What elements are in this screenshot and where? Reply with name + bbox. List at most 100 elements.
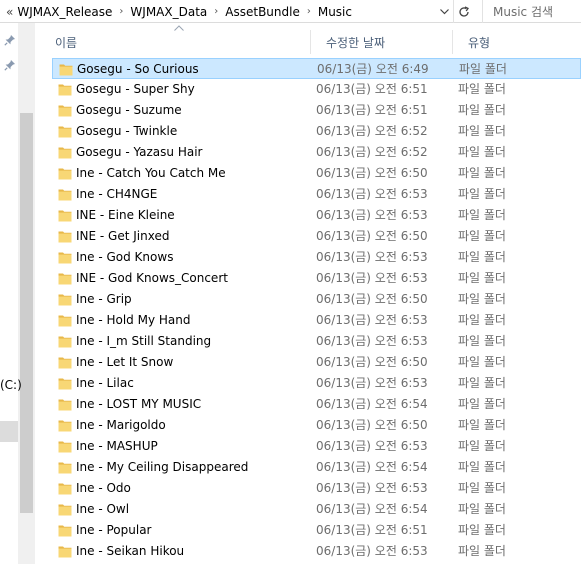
file-row[interactable]: Ine - Catch You Catch Me 06/13(금) 오전 6:5… [52, 163, 581, 184]
file-row[interactable]: INE - God Knows_Concert 06/13(금) 오전 6:53… [52, 268, 581, 289]
file-row[interactable]: Ine - My Ceiling Disappeared 06/13(금) 오전… [52, 457, 581, 478]
file-name: Ine - God Knows [76, 250, 174, 264]
file-type: 파일 폴더 [458, 250, 506, 264]
breadcrumb-wjmax-data[interactable]: WJMAX_Data [130, 5, 207, 19]
file-row[interactable]: Gosegu - Twinkle 06/13(금) 오전 6:52 파일 폴더 [52, 121, 581, 142]
file-date-modified: 06/13(금) 오전 6:50 [316, 229, 428, 243]
file-date-modified: 06/13(금) 오전 6:53 [316, 208, 428, 222]
file-name: INE - God Knows_Concert [76, 271, 228, 285]
chevron-right-icon[interactable]: › [214, 6, 218, 17]
chevron-right-icon[interactable]: › [307, 6, 311, 17]
scrollbar-thumb[interactable] [20, 113, 33, 513]
file-row[interactable]: Ine - Owl 06/13(금) 오전 6:54 파일 폴더 [52, 499, 581, 520]
file-row[interactable]: Ine - Marigoldo 06/13(금) 오전 6:50 파일 폴더 [52, 415, 581, 436]
file-date-modified: 06/13(금) 오전 6:51 [316, 82, 428, 96]
pin-icon[interactable] [4, 59, 16, 71]
file-name: Gosegu - So Curious [77, 62, 199, 76]
file-name: Ine - Seikan Hikou [76, 544, 185, 558]
folder-icon [58, 525, 72, 537]
file-name: Ine - Hold My Hand [76, 313, 191, 327]
folder-icon [59, 64, 73, 76]
file-name: Ine - Marigoldo [76, 418, 166, 432]
file-type: 파일 폴더 [458, 145, 506, 159]
folder-icon [58, 168, 72, 180]
file-list[interactable]: Gosegu - So Curious 06/13(금) 오전 6:49 파일 … [52, 46, 581, 564]
file-date-modified: 06/13(금) 오전 6:53 [316, 376, 428, 390]
file-date-modified: 06/13(금) 오전 6:51 [316, 103, 428, 117]
file-row[interactable]: Gosegu - Suzume 06/13(금) 오전 6:51 파일 폴더 [52, 100, 581, 121]
file-row[interactable]: Ine - CH4NGE 06/13(금) 오전 6:53 파일 폴더 [52, 184, 581, 205]
file-type: 파일 폴더 [458, 376, 506, 390]
navigation-scrollbar[interactable] [18, 23, 35, 564]
file-date-modified: 06/13(금) 오전 6:50 [316, 166, 428, 180]
breadcrumb-wjmax-release[interactable]: WJMAX_Release [17, 5, 112, 19]
file-row[interactable]: INE - Get Jinxed 06/13(금) 오전 6:50 파일 폴더 [52, 226, 581, 247]
pin-icon[interactable] [4, 34, 16, 46]
folder-icon [58, 399, 72, 411]
file-date-modified: 06/13(금) 오전 6:51 [316, 523, 428, 537]
file-row[interactable]: Ine - LOST MY MUSIC 06/13(금) 오전 6:54 파일 … [52, 394, 581, 415]
file-date-modified: 06/13(금) 오전 6:54 [316, 502, 428, 516]
folder-icon [58, 105, 72, 117]
breadcrumb-music[interactable]: Music [318, 5, 352, 19]
folder-icon [58, 462, 72, 474]
file-row[interactable]: Ine - MASHUP 06/13(금) 오전 6:53 파일 폴더 [52, 436, 581, 457]
file-type: 파일 폴더 [458, 313, 506, 327]
file-name: Ine - Owl [76, 502, 130, 516]
folder-icon [58, 210, 72, 222]
file-date-modified: 06/13(금) 오전 6:53 [316, 250, 428, 264]
folder-icon [58, 189, 72, 201]
file-name: Ine - Let It Snow [76, 355, 174, 369]
file-type: 파일 폴더 [458, 481, 506, 495]
file-type: 파일 폴더 [458, 103, 506, 117]
file-type: 파일 폴더 [458, 334, 506, 348]
file-date-modified: 06/13(금) 오전 6:53 [316, 313, 428, 327]
file-date-modified: 06/13(금) 오전 6:52 [316, 145, 428, 159]
nav-item-selected[interactable] [0, 421, 18, 442]
chevron-right-icon[interactable]: › [119, 6, 123, 17]
breadcrumb-assetbundle[interactable]: AssetBundle [225, 5, 300, 19]
file-type: 파일 폴더 [458, 271, 506, 285]
search-input[interactable]: Music 검색 [482, 0, 581, 23]
file-row[interactable]: Ine - Popular 06/13(금) 오전 6:51 파일 폴더 [52, 520, 581, 541]
address-bar[interactable]: « WJMAX_Release › WJMAX_Data › AssetBund… [0, 0, 453, 23]
folder-icon [58, 336, 72, 348]
file-row[interactable]: Gosegu - So Curious 06/13(금) 오전 6:49 파일 … [52, 58, 581, 79]
file-row[interactable]: Ine - Hold My Hand 06/13(금) 오전 6:53 파일 폴… [52, 310, 581, 331]
file-row[interactable]: Ine - Lilac 06/13(금) 오전 6:53 파일 폴더 [52, 373, 581, 394]
file-name: Ine - LOST MY MUSIC [76, 397, 202, 411]
refresh-icon [458, 5, 469, 17]
file-name: Ine - MASHUP [76, 439, 158, 453]
address-dropdown-button[interactable] [437, 3, 452, 20]
file-name: Ine - My Ceiling Disappeared [76, 460, 249, 474]
file-row[interactable]: Gosegu - Yazasu Hair 06/13(금) 오전 6:52 파일… [52, 142, 581, 163]
file-type: 파일 폴더 [458, 229, 506, 243]
file-date-modified: 06/13(금) 오전 6:54 [316, 460, 428, 474]
file-date-modified: 06/13(금) 오전 6:50 [316, 355, 428, 369]
refresh-button[interactable] [453, 0, 473, 23]
folder-icon [58, 420, 72, 432]
folder-icon [58, 273, 72, 285]
file-type: 파일 폴더 [458, 418, 506, 432]
folder-icon [58, 441, 72, 453]
file-row[interactable]: Ine - Odo 06/13(금) 오전 6:53 파일 폴더 [52, 478, 581, 499]
file-date-modified: 06/13(금) 오전 6:50 [316, 292, 428, 306]
file-row[interactable]: INE - Eine Kleine 06/13(금) 오전 6:53 파일 폴더 [52, 205, 581, 226]
folder-icon [58, 294, 72, 306]
file-date-modified: 06/13(금) 오전 6:53 [316, 439, 428, 453]
file-row[interactable]: Ine - Seikan Hikou 06/13(금) 오전 6:53 파일 폴… [52, 541, 581, 562]
file-row[interactable]: Ine - I_m Still Standing 06/13(금) 오전 6:5… [52, 331, 581, 352]
folder-icon [58, 126, 72, 138]
file-row[interactable]: Ine - Let It Snow 06/13(금) 오전 6:50 파일 폴더 [52, 352, 581, 373]
folder-icon [58, 84, 72, 96]
file-date-modified: 06/13(금) 오전 6:53 [316, 544, 428, 558]
file-type: 파일 폴더 [458, 460, 506, 474]
file-row[interactable]: Ine - God Knows 06/13(금) 오전 6:53 파일 폴더 [52, 247, 581, 268]
file-name: Ine - I_m Still Standing [76, 334, 212, 348]
file-row[interactable]: Gosegu - Super Shy 06/13(금) 오전 6:51 파일 폴… [52, 79, 581, 100]
file-row[interactable]: Ine - Grip 06/13(금) 오전 6:50 파일 폴더 [52, 289, 581, 310]
folder-icon [58, 378, 72, 390]
file-name: Gosegu - Suzume [76, 103, 182, 117]
breadcrumb-overflow[interactable]: « [6, 5, 13, 19]
nav-item-drive-c[interactable]: (C:) [0, 378, 22, 392]
